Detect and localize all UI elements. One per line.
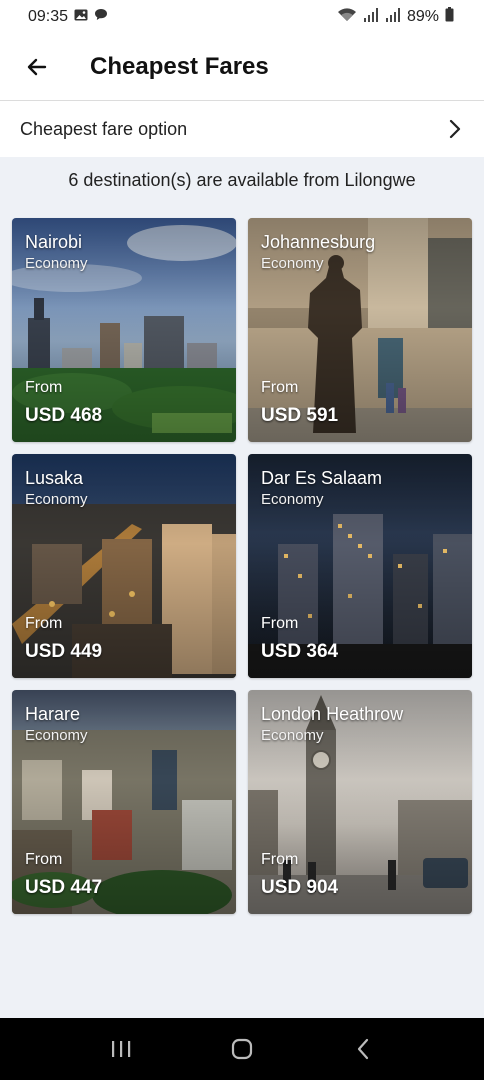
app-bar: Cheapest Fares: [0, 34, 484, 100]
arrow-left-icon: [27, 58, 47, 76]
travel-class: Economy: [261, 727, 324, 744]
price-from-label: From: [261, 851, 299, 868]
travel-class: Economy: [25, 491, 88, 508]
travel-class: Economy: [261, 255, 324, 272]
destination-card-dar-es-salaam[interactable]: Dar Es Salaam Economy From USD 364: [248, 454, 472, 678]
status-right: 89%: [337, 7, 454, 27]
destination-city: Harare: [25, 704, 81, 724]
signal-icon: [385, 7, 401, 27]
destination-grid: Nairobi Economy From USD 468 Johannesbur: [12, 218, 472, 914]
price-from-label: From: [25, 379, 63, 396]
fare-option-row[interactable]: Cheapest fare option: [0, 101, 484, 157]
destination-card-johannesburg[interactable]: Johannesburg Economy From USD 591: [248, 218, 472, 442]
destination-price: USD 468: [25, 405, 103, 426]
destination-city: Dar Es Salaam: [261, 468, 383, 488]
price-from-label: From: [25, 615, 63, 632]
home-icon: [231, 1038, 253, 1060]
page-title: Cheapest Fares: [90, 53, 269, 80]
destination-city: Lusaka: [25, 468, 84, 488]
battery-percent: 89%: [406, 8, 439, 25]
destination-price: USD 447: [25, 877, 103, 898]
price-from-label: From: [25, 851, 63, 868]
status-bar: 09:35 89%: [0, 0, 484, 34]
back-button[interactable]: [22, 52, 52, 82]
destination-city: London Heathrow: [261, 704, 404, 724]
recent-apps-icon: [111, 1041, 130, 1057]
travel-class: Economy: [261, 491, 324, 508]
travel-class: Economy: [25, 255, 88, 272]
status-left: 09:35: [28, 8, 108, 26]
destination-city: Nairobi: [25, 232, 83, 252]
wifi-icon: [337, 7, 357, 27]
destinations-summary: 6 destination(s) are available from Lilo…: [68, 170, 416, 190]
price-from-label: From: [261, 379, 299, 396]
travel-class: Economy: [25, 727, 88, 744]
destination-price: USD 904: [261, 877, 339, 898]
destination-price: USD 449: [25, 641, 103, 662]
system-nav-bar: [0, 1018, 484, 1080]
fare-option-label: Cheapest fare option: [20, 118, 188, 139]
gallery-icon: [74, 8, 88, 26]
destination-card-nairobi[interactable]: Nairobi Economy From USD 468: [12, 218, 236, 442]
destination-card-london-heathrow[interactable]: London Heathrow Economy From USD 904: [248, 690, 472, 914]
chat-icon: [94, 8, 108, 26]
signal-icon: [363, 7, 379, 27]
destination-card-lusaka[interactable]: Lusaka Economy From USD 449: [12, 454, 236, 678]
back-icon: [358, 1038, 369, 1060]
battery-icon: [445, 7, 454, 27]
destination-city: Johannesburg: [261, 232, 376, 252]
destination-price: USD 364: [261, 641, 339, 662]
destination-card-harare[interactable]: Harare Economy From USD 447: [12, 690, 236, 914]
destination-price: USD 591: [261, 405, 339, 426]
status-time: 09:35: [28, 8, 69, 25]
price-from-label: From: [261, 615, 299, 632]
system-back-button[interactable]: [343, 1029, 383, 1069]
recent-apps-button[interactable]: [101, 1029, 141, 1069]
chevron-right-icon: [449, 119, 461, 139]
home-button[interactable]: [222, 1029, 262, 1069]
